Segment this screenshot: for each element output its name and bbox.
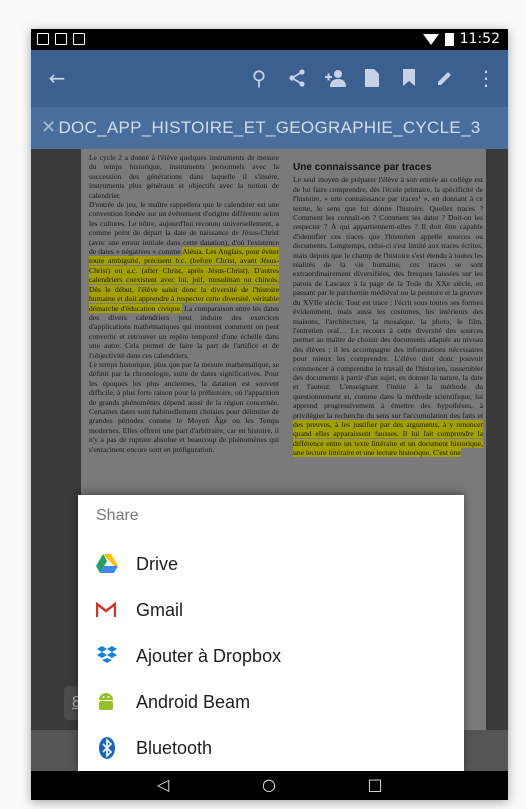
share-item-drive[interactable]: Drive bbox=[78, 541, 464, 587]
search-icon[interactable]: ⚲ bbox=[245, 64, 273, 92]
battery-icon bbox=[444, 32, 454, 46]
clock: 11:52 bbox=[459, 31, 500, 47]
home-circle-icon[interactable]: ○ bbox=[257, 774, 281, 796]
add-person-icon[interactable] bbox=[321, 64, 349, 92]
back-triangle-icon[interactable]: ◁ bbox=[151, 774, 175, 796]
bookmark-icon[interactable] bbox=[395, 64, 423, 92]
edit-icon[interactable] bbox=[431, 64, 459, 92]
gmail-icon bbox=[95, 599, 118, 621]
image-icon bbox=[73, 33, 85, 45]
share-sheet: Share Drive Gmail Ajouter à Dropbox Andr… bbox=[78, 495, 464, 771]
more-vert-icon[interactable]: ⋮ bbox=[472, 64, 500, 92]
paragraph: Le seul moyen de préparer l'élève à son … bbox=[293, 175, 483, 458]
android-icon bbox=[96, 691, 118, 713]
share-item-label: Drive bbox=[136, 553, 179, 574]
share-sheet-title: Share bbox=[96, 507, 139, 524]
recents-square-icon[interactable]: □ bbox=[363, 774, 387, 796]
system-nav-bar: ◁ ○ □ bbox=[31, 771, 508, 800]
left-text-column: Le cycle 2 a donné à l'élève quelques in… bbox=[89, 153, 279, 454]
status-bar: 11:52 bbox=[31, 29, 508, 50]
dropbox-icon bbox=[96, 645, 118, 667]
document-icon[interactable] bbox=[358, 64, 386, 92]
paragraph: Le cycle 2 a donné à l'élève quelques in… bbox=[89, 153, 279, 200]
download-icon bbox=[55, 33, 67, 45]
highlighted-text: des preuves, à les justifier par des arg… bbox=[293, 419, 483, 458]
bluetooth-icon bbox=[96, 737, 118, 759]
share-item-android-beam[interactable]: Android Beam bbox=[78, 679, 464, 725]
arrow-back-icon[interactable]: ← bbox=[43, 64, 71, 92]
status-right: 11:52 bbox=[422, 31, 500, 47]
screenshot-frame: 11:52 ← ⚲ ⋮ ✕ DOC_APP_HISTOIRE_ET_GEOGRA… bbox=[0, 0, 526, 809]
share-icon[interactable] bbox=[283, 64, 311, 92]
notification-icon bbox=[37, 33, 49, 45]
share-item-label: Android Beam bbox=[136, 691, 251, 712]
share-item-label: Bluetooth bbox=[136, 737, 213, 758]
paragraph: Le temps historique, plus que par la mes… bbox=[89, 359, 279, 454]
share-item-label: Gmail bbox=[136, 599, 184, 620]
paragraph: D'entrée de jeu, le maître rappellera qu… bbox=[89, 200, 280, 360]
wifi-icon bbox=[422, 33, 439, 45]
tablet-screen: 11:52 ← ⚲ ⋮ ✕ DOC_APP_HISTOIRE_ET_GEOGRA… bbox=[31, 29, 508, 800]
document-title-bar: ✕ DOC_APP_HISTOIRE_ET_GEOGRAPHIE_CYCLE_3 bbox=[31, 107, 508, 149]
share-item-gmail[interactable]: Gmail bbox=[78, 587, 464, 633]
google-drive-icon bbox=[96, 553, 118, 575]
section-heading: Une connaissance par traces bbox=[293, 162, 432, 173]
right-text-column: Une connaissance par traces Le seul moye… bbox=[293, 153, 483, 458]
app-bar: ← ⚲ ⋮ bbox=[31, 50, 508, 107]
document-title: DOC_APP_HISTOIRE_ET_GEOGRAPHIE_CYCLE_3 bbox=[58, 118, 481, 137]
notification-icons bbox=[37, 33, 85, 45]
share-item-bluetooth[interactable]: Bluetooth bbox=[78, 725, 464, 771]
share-item-dropbox[interactable]: Ajouter à Dropbox bbox=[78, 633, 464, 679]
share-item-label: Ajouter à Dropbox bbox=[136, 645, 282, 666]
